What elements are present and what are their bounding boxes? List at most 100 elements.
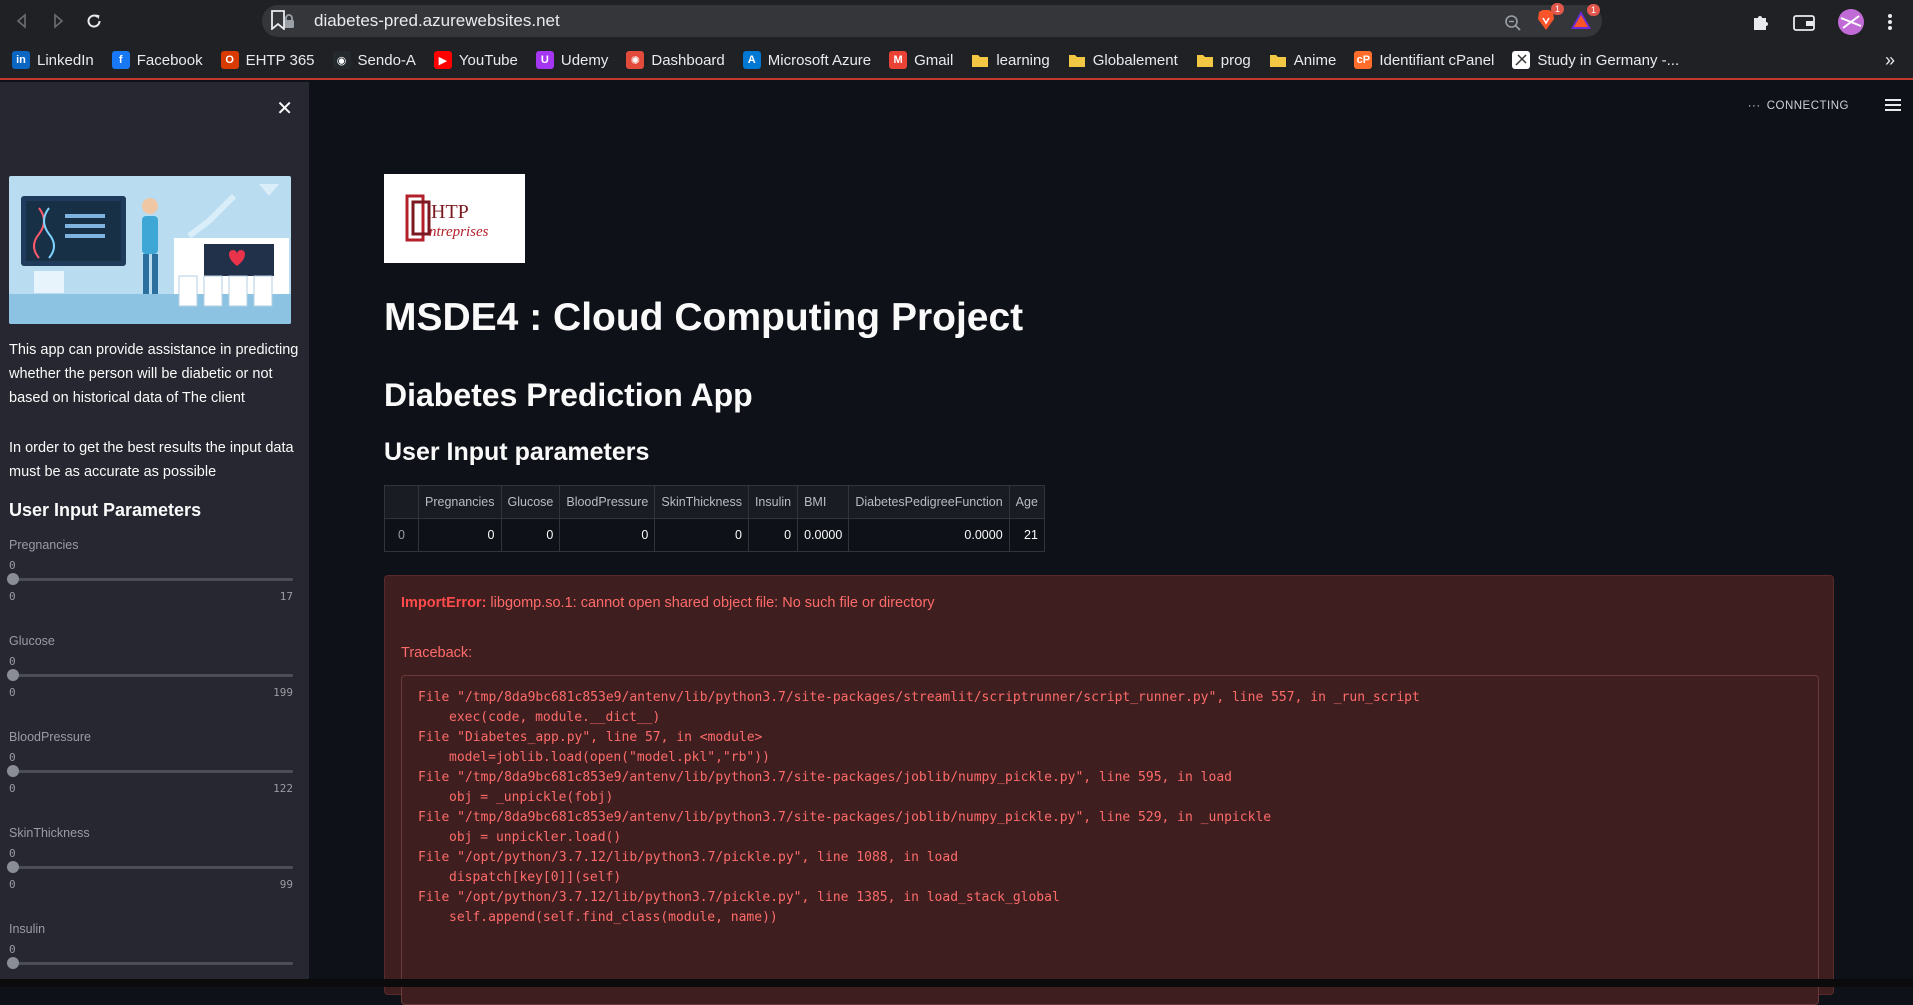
bookmark-item[interactable]: U Udemy (535, 51, 608, 69)
table-header-row: Pregnancies Glucose BloodPressure SkinThick… (384, 485, 1045, 519)
frame-code: exec(code, module.__dict__) (449, 710, 661, 725)
bookmark-label: Microsoft Azure (767, 51, 872, 69)
bookmark-item[interactable]: ▶ YouTube (433, 51, 518, 69)
rewards-count-badge: 1 (1586, 4, 1600, 16)
back-arrow-icon (16, 13, 26, 29)
brave-rewards-button[interactable]: 1 (1570, 4, 1600, 35)
column-header[interactable]: Insulin (747, 485, 799, 519)
zoom-icon[interactable] (1504, 14, 1522, 32)
slider-track[interactable] (9, 962, 293, 965)
bookmark-item[interactable]: f Facebook (111, 51, 203, 69)
slider-thumb[interactable] (7, 861, 19, 873)
bookmark-icon[interactable] (270, 10, 286, 30)
slider-track[interactable] (9, 866, 293, 869)
column-header[interactable]: DiabetesPedigreeFunction (848, 485, 1010, 519)
forward-button[interactable] (44, 7, 72, 35)
column-header[interactable]: BMI (797, 485, 850, 519)
main-menu-icon[interactable] (1885, 98, 1901, 112)
bookmark-item[interactable]: learning (971, 51, 1050, 69)
bookmark-item[interactable]: Study in Germany -... (1512, 51, 1679, 69)
frame-location: File "/tmp/8da9bc681c853e9/antenv/lib/py… (418, 770, 1232, 785)
youtube-icon: ▶ (433, 51, 452, 69)
frame-code: dispatch[key[0]](self) (449, 870, 622, 885)
medical-lab-image (9, 176, 291, 324)
traceback-frame: File "/tmp/8da9bc681c853e9/antenv/lib/py… (418, 808, 1271, 848)
slider-value: 0 (9, 943, 16, 956)
frame-code: obj = unpickler.load() (449, 830, 622, 845)
slider-label: Insulin (9, 922, 46, 936)
more-bookmarks-icon[interactable]: » (1885, 50, 1895, 71)
bookmark-label: EHTP 365 (245, 51, 315, 69)
traceback-label: Traceback: (401, 645, 473, 661)
bookmark-label: Facebook (136, 51, 203, 69)
table-cell[interactable]: 0 (500, 518, 561, 552)
table-cell[interactable]: 0.0000 (848, 518, 1010, 552)
column-header[interactable]: BloodPressure (559, 485, 656, 519)
close-sidebar-icon[interactable]: ✕ (276, 96, 293, 121)
frame-location: File "/tmp/8da9bc681c853e9/antenv/lib/py… (418, 690, 1420, 705)
slider-thumb[interactable] (7, 669, 19, 681)
bookmark-item[interactable]: cP Identifiant cPanel (1354, 51, 1494, 69)
bookmark-item[interactable]: ✺ Dashboard (626, 51, 725, 69)
sidebar-description: This app can provide assistance in predi… (9, 342, 299, 406)
bookmark-item[interactable]: in LinkedIn (12, 51, 94, 69)
table-cell[interactable]: 0 (654, 518, 749, 552)
bookmark-item[interactable]: Anime (1269, 51, 1337, 69)
wallet-icon[interactable] (1793, 13, 1815, 31)
address-bar[interactable]: diabetes-pred.azurewebsites.net 1 1 (262, 3, 1602, 37)
slider-label: BloodPressure (9, 730, 91, 744)
bookmark-item[interactable]: O EHTP 365 (220, 51, 315, 69)
column-header[interactable]: SkinThickness (654, 485, 749, 519)
column-header[interactable]: Glucose (500, 485, 561, 519)
profile-avatar-icon[interactable] (1837, 8, 1865, 36)
table-cell[interactable]: 0.0000 (797, 518, 850, 552)
sidebar-illustration (9, 176, 291, 324)
slider-track[interactable] (9, 578, 293, 581)
bookmark-item[interactable]: Globalement (1068, 51, 1178, 69)
reload-button[interactable] (80, 7, 108, 35)
table-cell[interactable]: 0 (559, 518, 656, 552)
shields-count-badge: 1 (1550, 3, 1564, 15)
traceback-frame: File "Diabetes_app.py", line 57, in <mod… (418, 728, 770, 768)
table-cell[interactable]: 0 (384, 518, 419, 552)
browser-menu-icon[interactable] (1887, 12, 1893, 32)
bookmark-item[interactable]: A Microsoft Azure (742, 51, 872, 69)
traceback-box[interactable]: File "/tmp/8da9bc681c853e9/antenv/lib/py… (401, 675, 1819, 1005)
table-cell[interactable]: 0 (418, 518, 502, 552)
frame-location: File "/opt/python/3.7.12/lib/python3.7/p… (418, 850, 959, 865)
slider-value: 0 (9, 847, 16, 860)
slider-thumb[interactable] (7, 765, 19, 777)
slider-track[interactable] (9, 770, 293, 773)
column-header[interactable] (384, 485, 419, 519)
slider-thumb[interactable] (7, 573, 19, 585)
traceback-frame: File "/opt/python/3.7.12/lib/python3.7/p… (418, 848, 958, 888)
bottom-strip (0, 979, 1913, 987)
cpanel-icon: cP (1354, 51, 1373, 69)
folder-icon (971, 51, 989, 69)
table-cell[interactable]: 21 (1008, 518, 1045, 552)
bookmark-item[interactable]: ◉ Sendo-A (332, 51, 416, 69)
back-button[interactable] (8, 7, 36, 35)
slider-max: 17 (279, 590, 293, 603)
puzzle-icon[interactable] (1751, 12, 1771, 32)
slider-min: 0 (9, 782, 16, 795)
bookmark-label: learning (996, 51, 1050, 69)
slider-value: 0 (9, 751, 16, 764)
frame-code: obj = _unpickle(fobj) (449, 790, 614, 805)
bookmark-label: Gmail (914, 51, 954, 69)
slider-thumb[interactable] (7, 957, 19, 969)
bookmark-item[interactable]: M Gmail (889, 51, 953, 69)
input-dataframe[interactable]: Pregnancies Glucose BloodPressure SkinThick… (384, 485, 1045, 552)
column-header[interactable]: Pregnancies (418, 485, 502, 519)
sidebar-heading: User Input Parameters (9, 500, 202, 520)
bookmark-item[interactable]: prog (1196, 51, 1251, 69)
slider-value: 0 (9, 655, 16, 668)
brave-shields-button[interactable]: 1 (1536, 3, 1564, 36)
linkedin-icon: in (12, 51, 30, 69)
slider-value: 0 (9, 559, 16, 572)
slider-track[interactable] (9, 674, 293, 677)
column-header[interactable]: Age (1008, 485, 1045, 519)
table-cell[interactable]: 0 (747, 518, 799, 552)
slider-insulin: Insulin 0 (7, 922, 293, 987)
bookmark-label: Anime (1293, 51, 1337, 69)
